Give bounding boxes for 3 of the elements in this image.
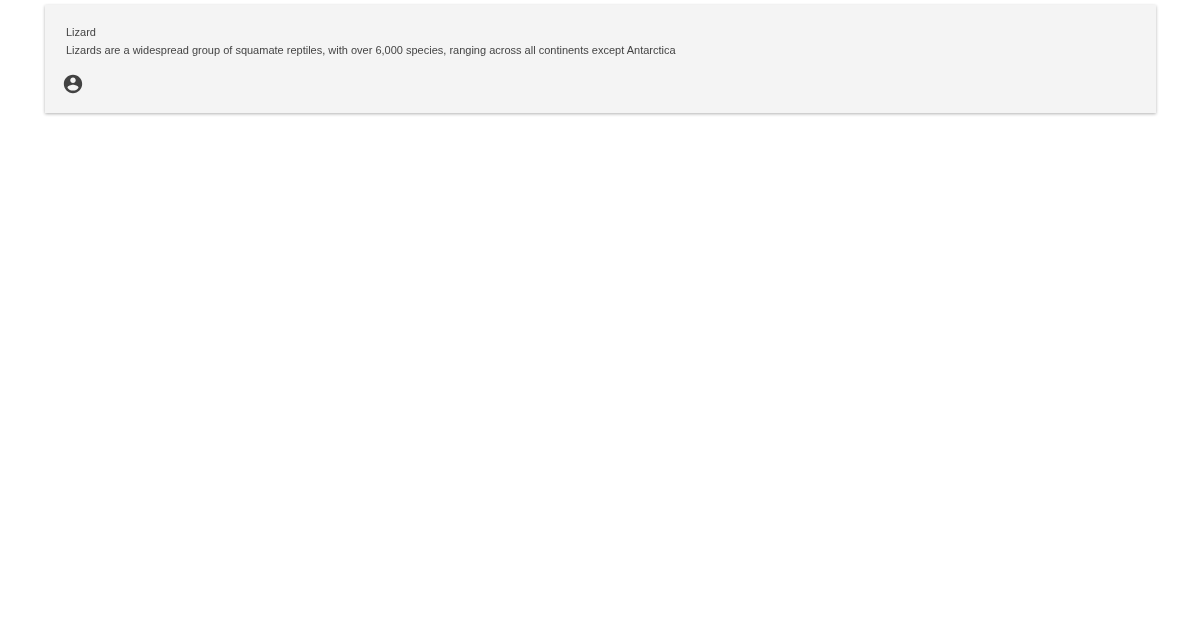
card-title: Lizard <box>66 25 96 39</box>
account-icon[interactable] <box>62 73 84 95</box>
card-text: Lizards are a widespread group of squamate reptiles, with over 6,000 species, ranging across all continents except Antarctica <box>66 43 676 57</box>
